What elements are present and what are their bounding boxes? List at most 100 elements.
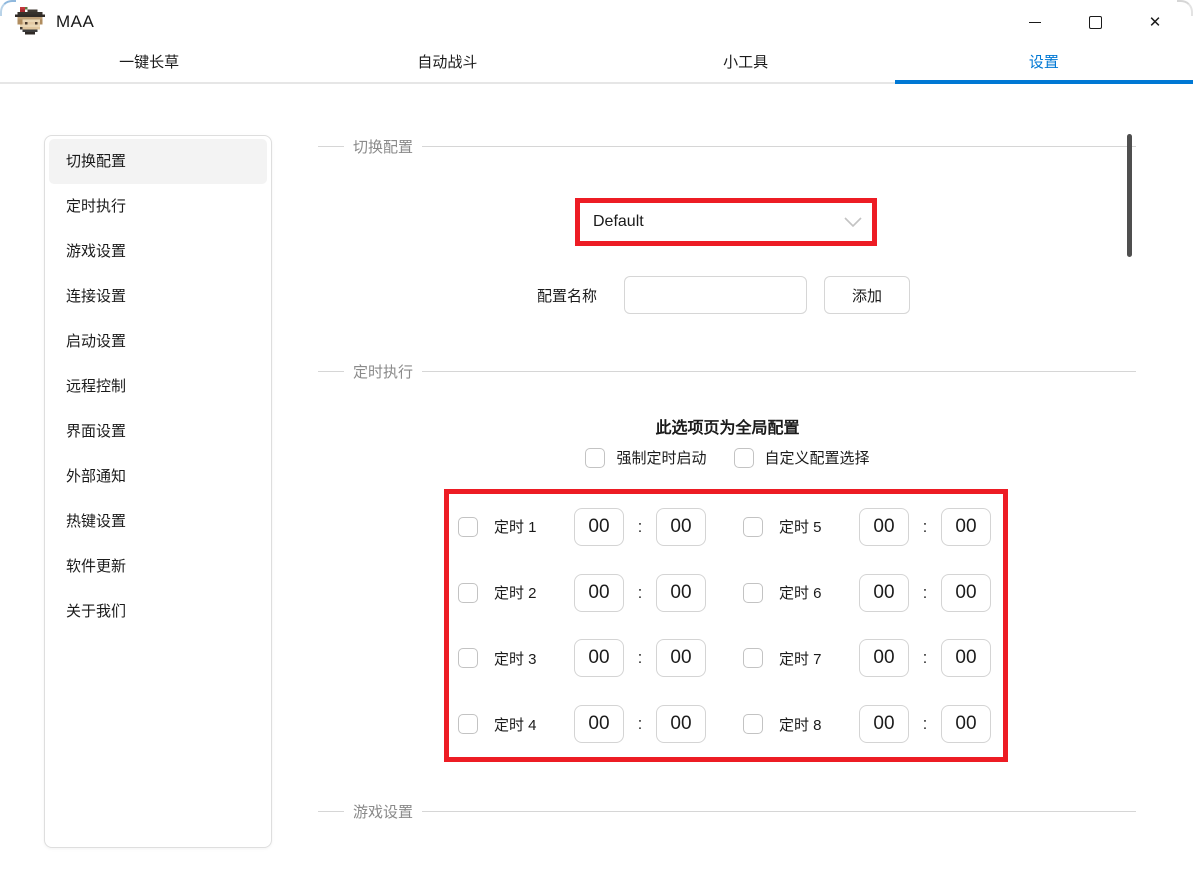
custom-config-label: 自定义配置选择 [765, 447, 870, 468]
sidebar-item-scheduled-run[interactable]: 定时执行 [49, 184, 267, 229]
timer-2-minute-input[interactable] [656, 574, 706, 612]
maximize-button[interactable] [1065, 0, 1125, 44]
timer-8-hour-input[interactable] [859, 705, 909, 743]
tab-bar: 一键长草 自动战斗 小工具 设置 [0, 44, 1193, 84]
timer-row: 定时 4 : 定时 8 : [449, 705, 1003, 743]
time-colon: : [909, 517, 941, 537]
timer-8-checkbox[interactable] [743, 714, 763, 734]
active-tab-underline [895, 80, 1193, 84]
time-colon: : [909, 714, 941, 734]
close-button[interactable]: ✕ [1125, 0, 1185, 44]
scrollbar-thumb[interactable] [1127, 134, 1132, 257]
timer-7-minute-input[interactable] [941, 639, 991, 677]
timer-2-label: 定时 2 [494, 582, 557, 603]
timer-grid: 定时 1 : 定时 5 : 定时 2 : [449, 494, 1003, 757]
custom-config-checkbox[interactable] [734, 448, 754, 468]
sidebar-item-software-update[interactable]: 软件更新 [49, 544, 267, 589]
force-start-checkbox[interactable] [585, 448, 605, 468]
window-title: MAA [56, 12, 94, 32]
divider-line [318, 371, 344, 372]
sidebar-item-hotkey-settings[interactable]: 热键设置 [49, 499, 267, 544]
divider-line [422, 146, 1136, 147]
timer-1-checkbox[interactable] [458, 517, 478, 537]
timer-row: 定时 2 : 定时 6 : [449, 574, 1003, 612]
app-window: MAA ✕ 一键长草 自动战斗 小工具 设置 切换配置 定时执行 游戏设置 连接… [0, 0, 1193, 896]
app-icon [14, 7, 46, 37]
sidebar-item-remote-control[interactable]: 远程控制 [49, 364, 267, 409]
sidebar-item-ui-settings[interactable]: 界面设置 [49, 409, 267, 454]
tab-tools[interactable]: 小工具 [597, 44, 895, 82]
sidebar-item-about-us[interactable]: 关于我们 [49, 589, 267, 634]
section-label: 切换配置 [353, 136, 413, 157]
section-label: 游戏设置 [353, 801, 413, 822]
minimize-button[interactable] [1005, 0, 1065, 44]
timer-6-label: 定时 6 [779, 582, 842, 603]
global-config-note: 此选项页为全局配置 [320, 414, 1135, 438]
section-header-scheduled-run: 定时执行 [318, 360, 1136, 382]
timer-row: 定时 3 : 定时 7 : [449, 639, 1003, 677]
timer-4-checkbox[interactable] [458, 714, 478, 734]
config-name-label: 配置名称 [537, 285, 597, 306]
timer-1-label: 定时 1 [494, 516, 557, 537]
section-header-game-settings: 游戏设置 [318, 800, 1136, 822]
time-colon: : [624, 583, 656, 603]
timer-2-hour-input[interactable] [574, 574, 624, 612]
sidebar-item-external-notification[interactable]: 外部通知 [49, 454, 267, 499]
sidebar-item-switch-config[interactable]: 切换配置 [49, 139, 267, 184]
divider-line [422, 811, 1136, 812]
timer-8-label: 定时 8 [779, 714, 842, 735]
timer-3-minute-input[interactable] [656, 639, 706, 677]
timer-8-minute-input[interactable] [941, 705, 991, 743]
timer-5-minute-input[interactable] [941, 508, 991, 546]
tab-one-click-farming[interactable]: 一键长草 [0, 44, 298, 82]
time-colon: : [624, 648, 656, 668]
timer-6-minute-input[interactable] [941, 574, 991, 612]
timer-8-cell: 定时 8 : [743, 705, 991, 743]
sidebar-item-game-settings[interactable]: 游戏设置 [49, 229, 267, 274]
timer-options-row: 强制定时启动 自定义配置选择 [320, 447, 1135, 468]
chevron-down-icon [844, 217, 862, 227]
timer-1-minute-input[interactable] [656, 508, 706, 546]
maximize-icon [1089, 16, 1102, 29]
tab-settings[interactable]: 设置 [895, 44, 1193, 82]
timer-5-hour-input[interactable] [859, 508, 909, 546]
timer-5-checkbox[interactable] [743, 517, 763, 537]
custom-config-option: 自定义配置选择 [734, 447, 870, 468]
timer-6-checkbox[interactable] [743, 583, 763, 603]
time-colon: : [909, 583, 941, 603]
timer-7-checkbox[interactable] [743, 648, 763, 668]
sidebar-item-connection-settings[interactable]: 连接设置 [49, 274, 267, 319]
tab-auto-battle[interactable]: 自动战斗 [298, 44, 596, 82]
timer-6-hour-input[interactable] [859, 574, 909, 612]
timer-7-cell: 定时 7 : [743, 639, 991, 677]
timer-7-hour-input[interactable] [859, 639, 909, 677]
time-colon: : [624, 714, 656, 734]
timer-3-cell: 定时 3 : [458, 639, 706, 677]
time-colon: : [624, 517, 656, 537]
timer-4-minute-input[interactable] [656, 705, 706, 743]
settings-sidebar: 切换配置 定时执行 游戏设置 连接设置 启动设置 远程控制 界面设置 外部通知 … [44, 135, 272, 848]
title-bar: MAA ✕ [0, 0, 1193, 44]
config-dropdown[interactable]: Default [580, 203, 872, 241]
timer-3-checkbox[interactable] [458, 648, 478, 668]
force-start-label: 强制定时启动 [616, 447, 706, 468]
divider-line [318, 146, 344, 147]
timer-2-checkbox[interactable] [458, 583, 478, 603]
add-config-button[interactable]: 添加 [824, 276, 910, 314]
section-label: 定时执行 [353, 361, 413, 382]
time-colon: : [909, 648, 941, 668]
timer-3-hour-input[interactable] [574, 639, 624, 677]
config-dropdown-value: Default [593, 213, 844, 231]
timer-1-cell: 定时 1 : [458, 508, 706, 546]
timer-4-hour-input[interactable] [574, 705, 624, 743]
timer-7-label: 定时 7 [779, 648, 842, 669]
close-icon: ✕ [1149, 15, 1162, 30]
timer-1-hour-input[interactable] [574, 508, 624, 546]
annotation-timer-grid-highlight: 定时 1 : 定时 5 : 定时 2 : [444, 489, 1008, 762]
config-name-input[interactable] [624, 276, 807, 314]
timer-5-cell: 定时 5 : [743, 508, 991, 546]
sidebar-item-startup-settings[interactable]: 启动设置 [49, 319, 267, 364]
timer-2-cell: 定时 2 : [458, 574, 706, 612]
divider-line [318, 811, 344, 812]
timer-6-cell: 定时 6 : [743, 574, 991, 612]
